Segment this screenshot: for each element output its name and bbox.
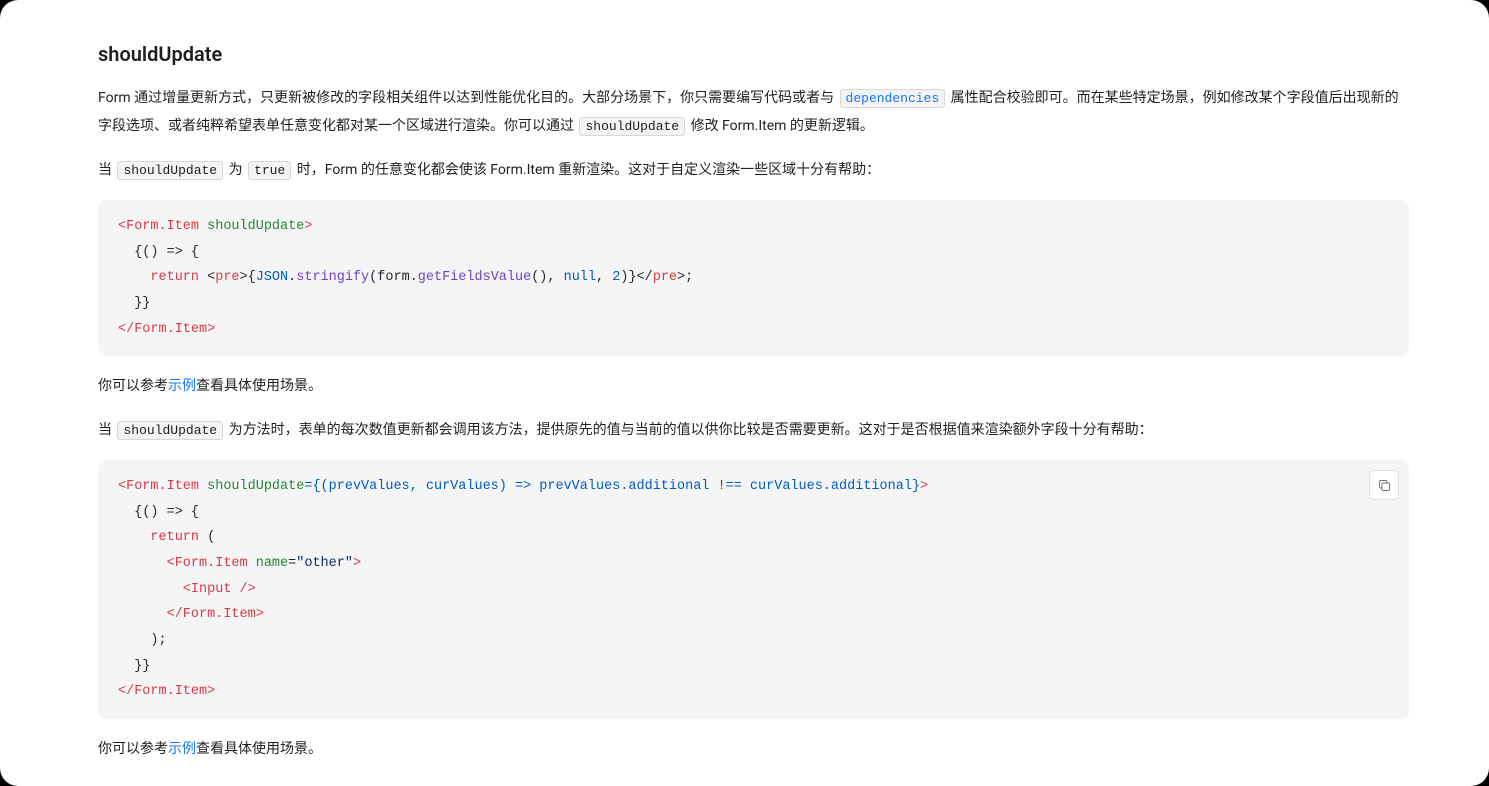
paragraph-2: 当 shouldUpdate 为 true 时，Form 的任意变化都会使该 F… xyxy=(98,156,1409,184)
code-block-1: <Form.Item shouldUpdate> {() => { return… xyxy=(98,200,1409,356)
text: 当 xyxy=(98,422,115,438)
code-content: <Form.Item shouldUpdate={(prevValues, cu… xyxy=(118,479,928,699)
example-link[interactable]: 示例 xyxy=(168,741,196,757)
copy-button[interactable] xyxy=(1369,470,1399,500)
paragraph-4: 当 shouldUpdate 为方法时，表单的每次数值更新都会调用该方法，提供原… xyxy=(98,416,1409,444)
code-shouldupdate: shouldUpdate xyxy=(579,117,685,136)
page-container: shouldUpdate Form 通过增量更新方式，只更新被修改的字段相关组件… xyxy=(0,0,1489,786)
text: 当 xyxy=(98,162,115,178)
copy-icon xyxy=(1377,478,1392,493)
text: 为方法时，表单的每次数值更新都会调用该方法，提供原先的值与当前的值以供你比较是否… xyxy=(225,422,1152,438)
paragraph-1: Form 通过增量更新方式，只更新被修改的字段相关组件以达到性能优化目的。大部分… xyxy=(98,84,1409,140)
example-link[interactable]: 示例 xyxy=(168,378,196,394)
text: 为 xyxy=(225,162,246,178)
code-content: <Form.Item shouldUpdate> {() => { return… xyxy=(118,219,693,337)
code-block-2: <Form.Item shouldUpdate={(prevValues, cu… xyxy=(98,460,1409,719)
code-shouldupdate: shouldUpdate xyxy=(117,421,223,440)
code-dependencies: dependencies xyxy=(840,89,946,108)
text: 你可以参考 xyxy=(98,378,168,394)
paragraph-5: 你可以参考示例查看具体使用场景。 xyxy=(98,735,1409,763)
code-shouldupdate: shouldUpdate xyxy=(117,161,223,180)
section-heading: shouldUpdate xyxy=(98,40,1409,68)
text: Form 通过增量更新方式，只更新被修改的字段相关组件以达到性能优化目的。大部分… xyxy=(98,90,838,106)
text: 修改 Form.Item 的更新逻辑。 xyxy=(687,118,874,134)
text: 时，Form 的任意变化都会使该 Form.Item 重新渲染。这对于自定义渲染… xyxy=(293,162,880,178)
paragraph-3: 你可以参考示例查看具体使用场景。 xyxy=(98,372,1409,400)
text: 查看具体使用场景。 xyxy=(196,378,322,394)
text: 你可以参考 xyxy=(98,741,168,757)
text: 查看具体使用场景。 xyxy=(196,741,322,757)
code-true: true xyxy=(248,161,291,180)
